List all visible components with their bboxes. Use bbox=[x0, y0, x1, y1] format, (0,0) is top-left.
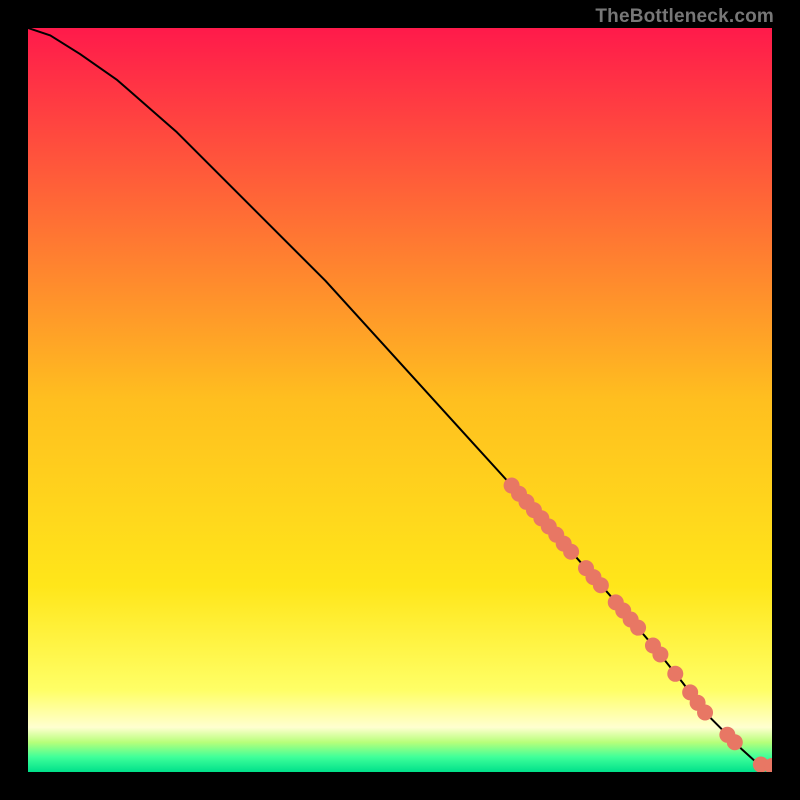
chart-stage: TheBottleneck.com bbox=[0, 0, 800, 800]
marker-dot bbox=[652, 646, 668, 662]
marker-dot bbox=[563, 544, 579, 560]
marker-dot bbox=[697, 704, 713, 720]
marker-dot bbox=[727, 734, 743, 750]
marker-dot bbox=[667, 666, 683, 682]
watermark-text: TheBottleneck.com bbox=[595, 6, 774, 28]
chart-svg bbox=[28, 28, 772, 772]
marker-dot bbox=[593, 577, 609, 593]
marker-dot bbox=[630, 620, 646, 636]
